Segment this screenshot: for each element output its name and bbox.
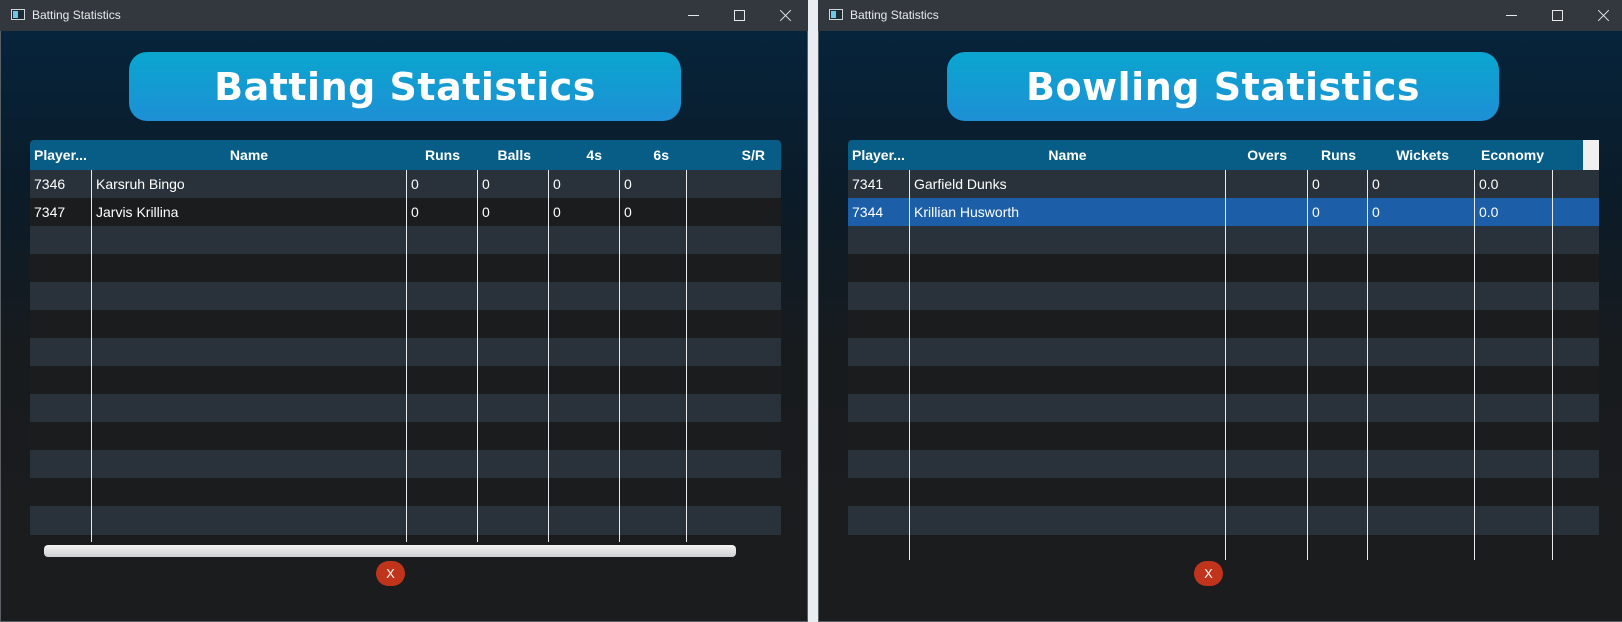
horizontal-scrollbar[interactable] <box>30 542 781 560</box>
window-content: Bowling Statistics Player... Name Overs … <box>819 31 1622 621</box>
column-header-runs[interactable]: Runs <box>406 140 477 170</box>
page-title-banner: Batting Statistics <box>129 52 681 121</box>
table-row[interactable] <box>848 506 1599 535</box>
maximize-button[interactable] <box>1534 0 1580 31</box>
table-cell: 0 <box>482 176 490 192</box>
table-row[interactable] <box>848 422 1599 451</box>
table-cell: 0 <box>411 204 419 220</box>
app-icon <box>11 9 25 20</box>
column-divider <box>1367 170 1368 560</box>
table-row[interactable]: 7341 Garfield Dunks 0 0 0.0 <box>848 170 1599 199</box>
close-stats-button[interactable]: X <box>1194 561 1223 586</box>
table-cell <box>1226 170 1307 199</box>
page-title-banner: Bowling Statistics <box>947 52 1499 121</box>
window-title: Batting Statistics <box>32 8 121 22</box>
table-cell: 0 <box>1372 176 1380 192</box>
close-window-button[interactable] <box>762 0 808 31</box>
column-divider <box>1474 170 1475 560</box>
table-cell: 0 <box>624 204 632 220</box>
table-cell: 0 <box>411 176 419 192</box>
maximize-button[interactable] <box>716 0 762 31</box>
table-row[interactable] <box>848 226 1599 255</box>
column-header-economy[interactable]: Economy <box>1474 140 1552 170</box>
table-cell: 0 <box>1312 204 1320 220</box>
scrollbar-thumb[interactable] <box>44 545 736 557</box>
close-stats-button[interactable]: X <box>376 561 405 586</box>
table-row[interactable] <box>848 254 1599 283</box>
minimize-button[interactable] <box>1488 0 1534 31</box>
table-row[interactable] <box>848 366 1599 395</box>
column-divider <box>686 170 687 544</box>
column-header-balls[interactable]: Balls <box>477 140 548 170</box>
table-row[interactable] <box>848 282 1599 311</box>
table-cell <box>687 198 781 227</box>
table-row[interactable] <box>848 394 1599 423</box>
table-cell: 7344 <box>852 204 884 220</box>
close-icon <box>779 9 792 22</box>
table-row[interactable] <box>848 478 1599 507</box>
maximize-icon <box>1551 10 1563 21</box>
title-bar[interactable]: Batting Statistics <box>0 0 808 31</box>
column-divider <box>1552 170 1553 560</box>
column-divider <box>619 170 620 544</box>
table-cell: Garfield Dunks <box>914 176 1007 192</box>
table-header: Player... Name Overs Runs Wickets Econom… <box>848 140 1599 170</box>
close-icon <box>1597 9 1610 22</box>
window-title: Batting Statistics <box>850 8 939 22</box>
table-row[interactable]: 7344 Krillian Husworth 0 0 0.0 <box>848 198 1599 227</box>
column-header-player[interactable]: Player... <box>34 140 92 170</box>
column-header-runs[interactable]: Runs <box>1307 140 1367 170</box>
table-cell: 0 <box>553 176 561 192</box>
table-cell: 0.0 <box>1479 204 1499 220</box>
column-divider <box>1307 170 1308 560</box>
column-header-6s[interactable]: 6s <box>619 140 686 170</box>
table-cell: 7341 <box>852 176 884 192</box>
column-header-4s[interactable]: 4s <box>548 140 619 170</box>
column-divider <box>406 170 407 544</box>
column-header-name[interactable]: Name <box>910 140 1225 170</box>
title-bar[interactable]: Batting Statistics <box>818 0 1622 31</box>
column-header-wickets[interactable]: Wickets <box>1367 140 1474 170</box>
column-header-overs[interactable]: Overs <box>1225 140 1307 170</box>
table-cell: Karsruh Bingo <box>96 176 185 192</box>
vertical-scrollbar[interactable] <box>1583 140 1599 170</box>
table-cell: 0.0 <box>1479 176 1499 192</box>
minimize-button[interactable] <box>670 0 716 31</box>
table-cell: 0 <box>482 204 490 220</box>
minimize-icon <box>1505 15 1517 16</box>
close-window-button[interactable] <box>1580 0 1622 31</box>
minimize-icon <box>687 15 699 16</box>
table-cell <box>687 170 781 199</box>
table-row[interactable] <box>848 338 1599 367</box>
table-cell: 7346 <box>34 176 66 192</box>
column-header-name[interactable]: Name <box>92 140 406 170</box>
table-cell <box>1226 198 1307 227</box>
table-cell: 7347 <box>34 204 66 220</box>
column-divider <box>477 170 478 544</box>
bowling-window: Batting Statistics Bowling Statistics Pl… <box>818 0 1622 622</box>
table-cell: Krillian Husworth <box>914 204 1020 220</box>
bowling-table[interactable]: Player... Name Overs Runs Wickets Econom… <box>848 140 1599 560</box>
window-content: Batting Statistics Player... Name Runs B… <box>1 31 807 621</box>
table-row[interactable] <box>848 450 1599 479</box>
column-header-sr[interactable]: S/R <box>686 140 781 170</box>
column-divider <box>1225 170 1226 560</box>
table-cell: 0 <box>624 176 632 192</box>
table-cell: 0 <box>553 204 561 220</box>
app-icon <box>829 9 843 20</box>
table-cell: 0 <box>1312 176 1320 192</box>
maximize-icon <box>733 10 745 21</box>
column-divider <box>909 170 910 560</box>
batting-window: Batting Statistics Batting Statistics Pl… <box>0 0 808 622</box>
column-header-player[interactable]: Player... <box>852 140 910 170</box>
table-cell: 0 <box>1372 204 1380 220</box>
batting-table[interactable]: Player... Name Runs Balls 4s 6s S/R 7346… <box>30 140 781 560</box>
column-divider <box>548 170 549 544</box>
column-divider <box>91 170 92 544</box>
table-row[interactable] <box>848 310 1599 339</box>
table-cell: Jarvis Krillina <box>96 204 179 220</box>
table-header: Player... Name Runs Balls 4s 6s S/R <box>30 140 781 170</box>
